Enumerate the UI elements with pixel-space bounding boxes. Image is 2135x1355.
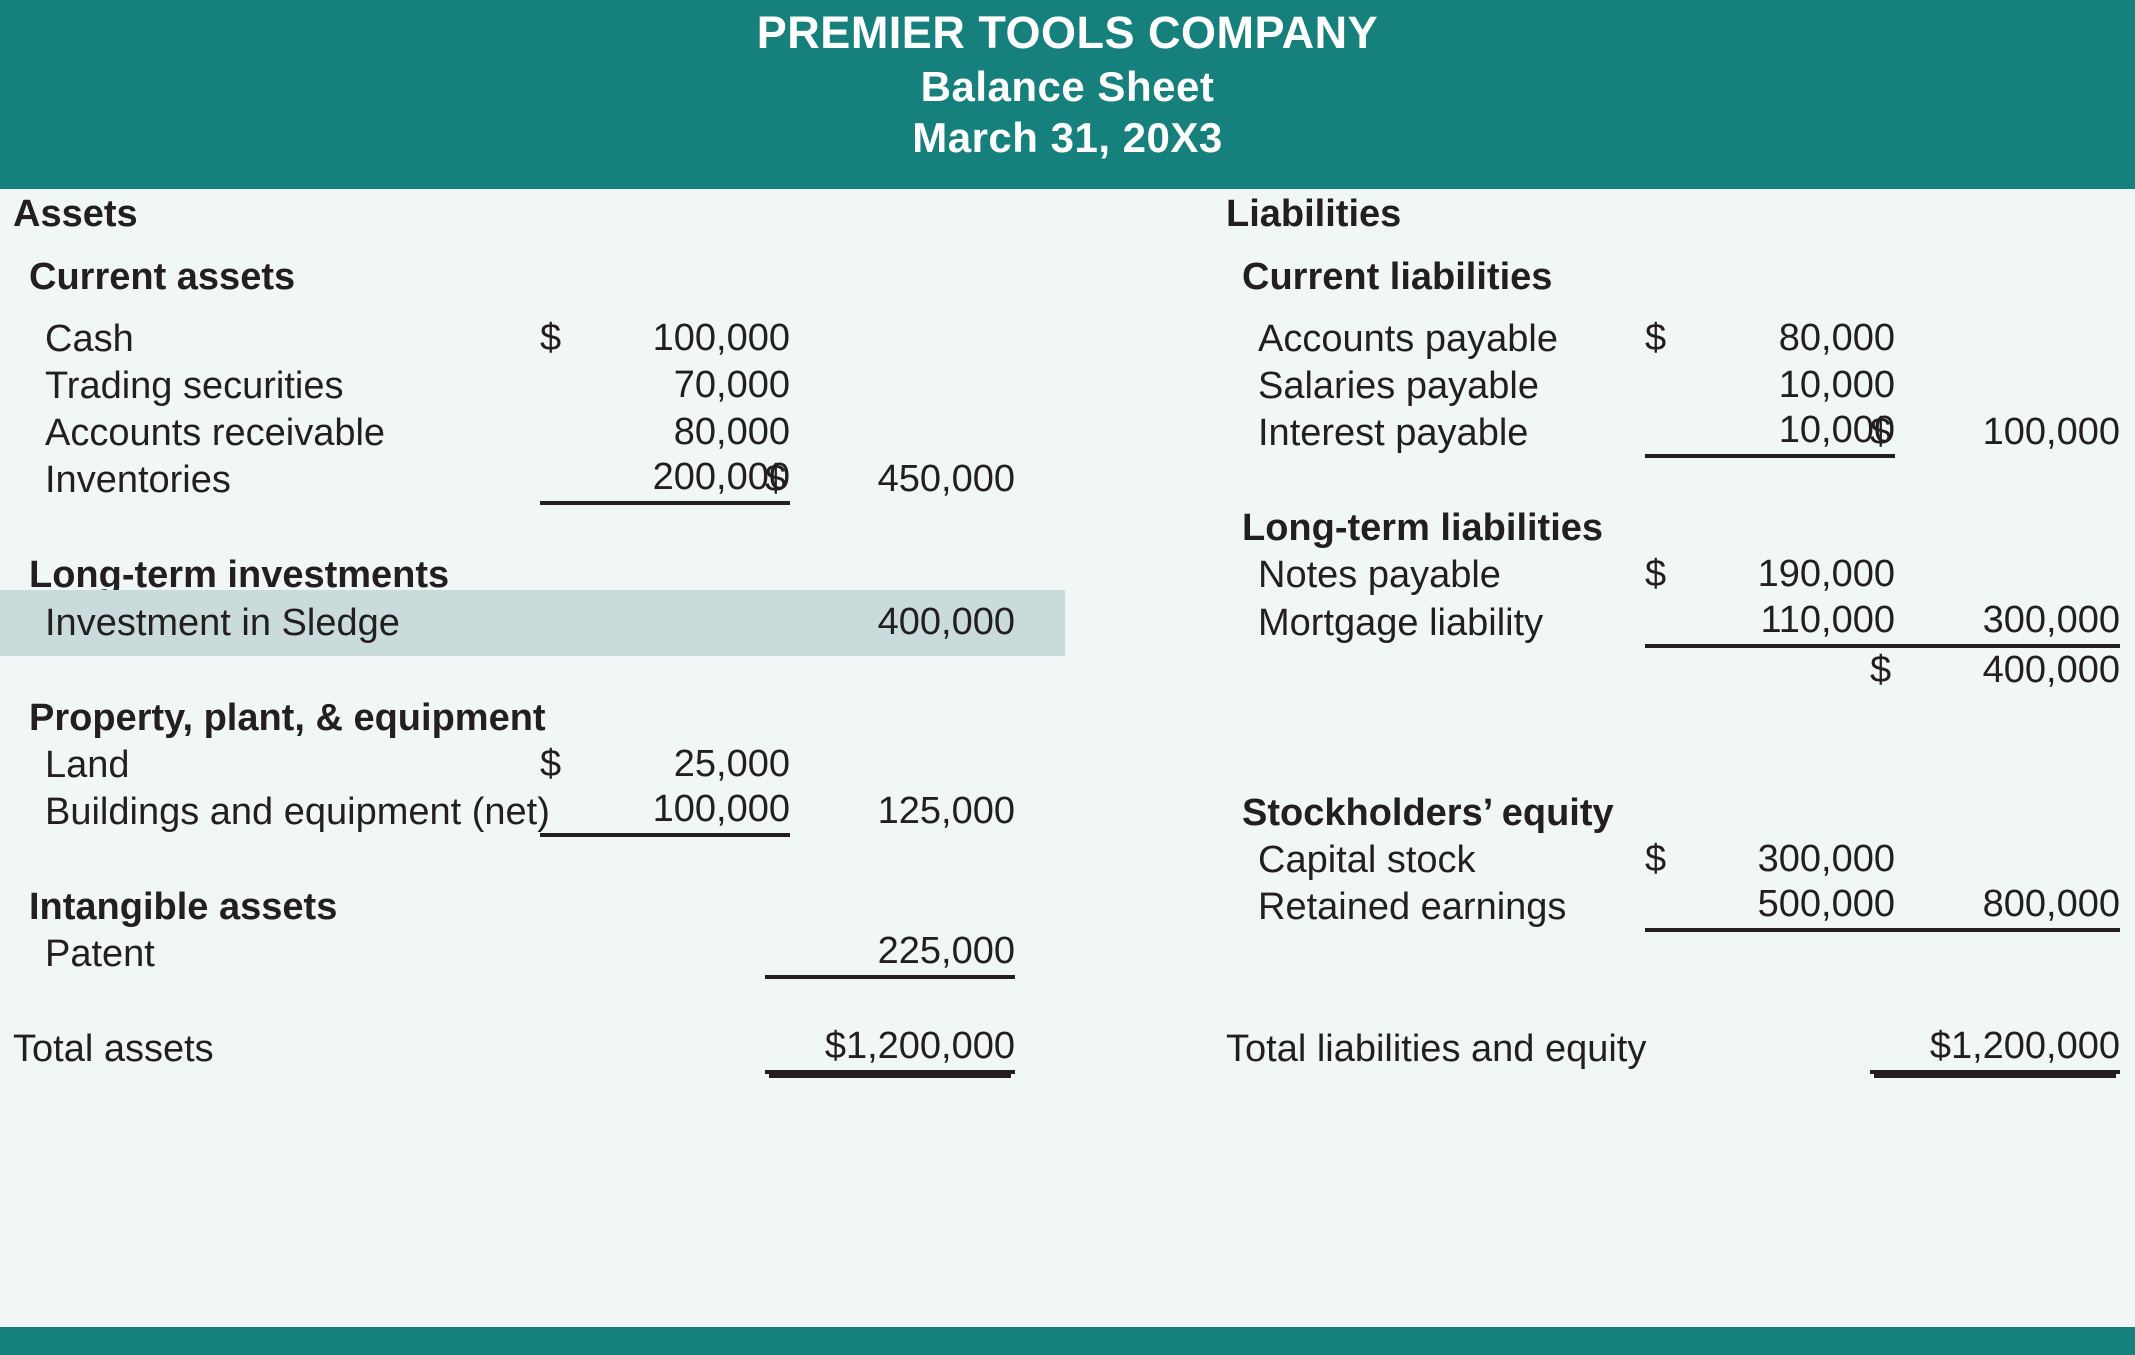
- value-interest-payable-col1: 10,000: [1645, 409, 1895, 458]
- value-total-liabilities-and-equity: $1,200,000: [1870, 1025, 2120, 1074]
- value-total-current-assets: $ 450,000: [765, 458, 1015, 503]
- row-total-liabilities-and-equity: Total liabilities and equity $1,200,000: [1065, 1016, 2135, 1082]
- row-retained-earnings: Retained earnings 500,000 800,000: [1065, 874, 2135, 940]
- assets-heading: Assets: [13, 192, 138, 235]
- liabilities-heading-row: Liabilities: [1065, 181, 2135, 247]
- amount: 300,000: [1982, 598, 2120, 641]
- balance-sheet-page: PREMIER TOOLS COMPANY Balance Sheet Marc…: [0, 0, 2135, 1355]
- document-footer-bar: [0, 1327, 2135, 1355]
- document-header: PREMIER TOOLS COMPANY Balance Sheet Marc…: [0, 0, 2135, 189]
- value-total-current-liabilities: $ 100,000: [1870, 411, 2120, 456]
- row-patent: Patent 225,000: [0, 921, 1065, 987]
- amount: 10,000: [1778, 408, 1895, 451]
- current-assets-heading: Current assets: [29, 255, 296, 298]
- value-total-stockholders-equity: 800,000: [1870, 883, 2120, 932]
- label-total-assets: Total assets: [13, 1027, 214, 1070]
- row-buildings-and-equipment: Buildings and equipment (net) 100,000 12…: [0, 779, 1065, 845]
- current-liabilities-heading: Current liabilities: [1242, 255, 1553, 298]
- amount: 110,000: [1760, 598, 1895, 641]
- amount: 800,000: [1982, 882, 2120, 925]
- value-total-assets: $1,200,000: [765, 1025, 1015, 1074]
- label-interest-payable: Interest payable: [1258, 411, 1529, 454]
- liabilities-heading: Liabilities: [1226, 192, 1402, 235]
- amount: $1,200,000: [1929, 1024, 2120, 1067]
- value-total-ppe: 125,000: [765, 790, 1015, 835]
- label-patent: Patent: [45, 932, 155, 975]
- currency-symbol: $: [765, 457, 787, 500]
- value-inventories-col1: 200,000: [540, 456, 790, 505]
- assets-heading-row: Assets: [0, 181, 1065, 247]
- currency-symbol: $: [1870, 648, 1892, 691]
- currency-symbol: $: [1870, 410, 1892, 453]
- amount: 500,000: [1757, 882, 1895, 925]
- statement-title: Balance Sheet: [920, 62, 1215, 110]
- liabilities-equity-column: Liabilities Current liabilities Accounts…: [1065, 189, 2135, 1327]
- label-investment-in-sledge: Investment in Sledge: [45, 601, 400, 644]
- company-name: PREMIER TOOLS COMPANY: [756, 7, 1379, 58]
- label-total-liabilities-and-equity: Total liabilities and equity: [1226, 1027, 1647, 1070]
- current-liabilities-heading-row: Current liabilities: [1065, 244, 2135, 310]
- amount: 400,000: [877, 600, 1015, 643]
- value-buildings-col1: 100,000: [540, 788, 790, 837]
- row-total-assets: Total assets $1,200,000: [0, 1016, 1065, 1082]
- amount: 450,000: [877, 457, 1015, 500]
- row-interest-payable: Interest payable 10,000 $ 100,000: [1065, 400, 2135, 466]
- amount: 100,000: [652, 787, 790, 830]
- row-inventories: Inventories 200,000 $ 450,000: [0, 447, 1065, 513]
- assets-column: Assets Current assets Cash $ 100,000 Tra…: [0, 189, 1065, 1327]
- amount: 100,000: [1982, 410, 2120, 453]
- value-total-liabilities: $ 400,000: [1870, 649, 2120, 694]
- value-investment-in-sledge: 400,000: [765, 601, 1015, 646]
- row-total-liabilities: $ 400,000: [1065, 638, 2135, 704]
- amount: $1,200,000: [824, 1024, 1015, 1067]
- current-assets-heading-row: Current assets: [0, 244, 1065, 310]
- statement-body: Assets Current assets Cash $ 100,000 Tra…: [0, 189, 2135, 1327]
- row-investment-in-sledge[interactable]: Investment in Sledge 400,000: [0, 590, 1065, 656]
- statement-date: March 31, 20X3: [912, 114, 1223, 162]
- label-buildings-and-equipment: Buildings and equipment (net): [45, 790, 550, 833]
- value-retained-earnings-col1: 500,000: [1645, 883, 1895, 932]
- amount: 225,000: [877, 929, 1015, 972]
- value-patent: 225,000: [765, 930, 1015, 979]
- label-inventories: Inventories: [45, 458, 231, 501]
- amount: 125,000: [877, 789, 1015, 832]
- label-retained-earnings: Retained earnings: [1258, 885, 1567, 928]
- amount: 400,000: [1982, 648, 2120, 691]
- amount: 200,000: [652, 455, 790, 498]
